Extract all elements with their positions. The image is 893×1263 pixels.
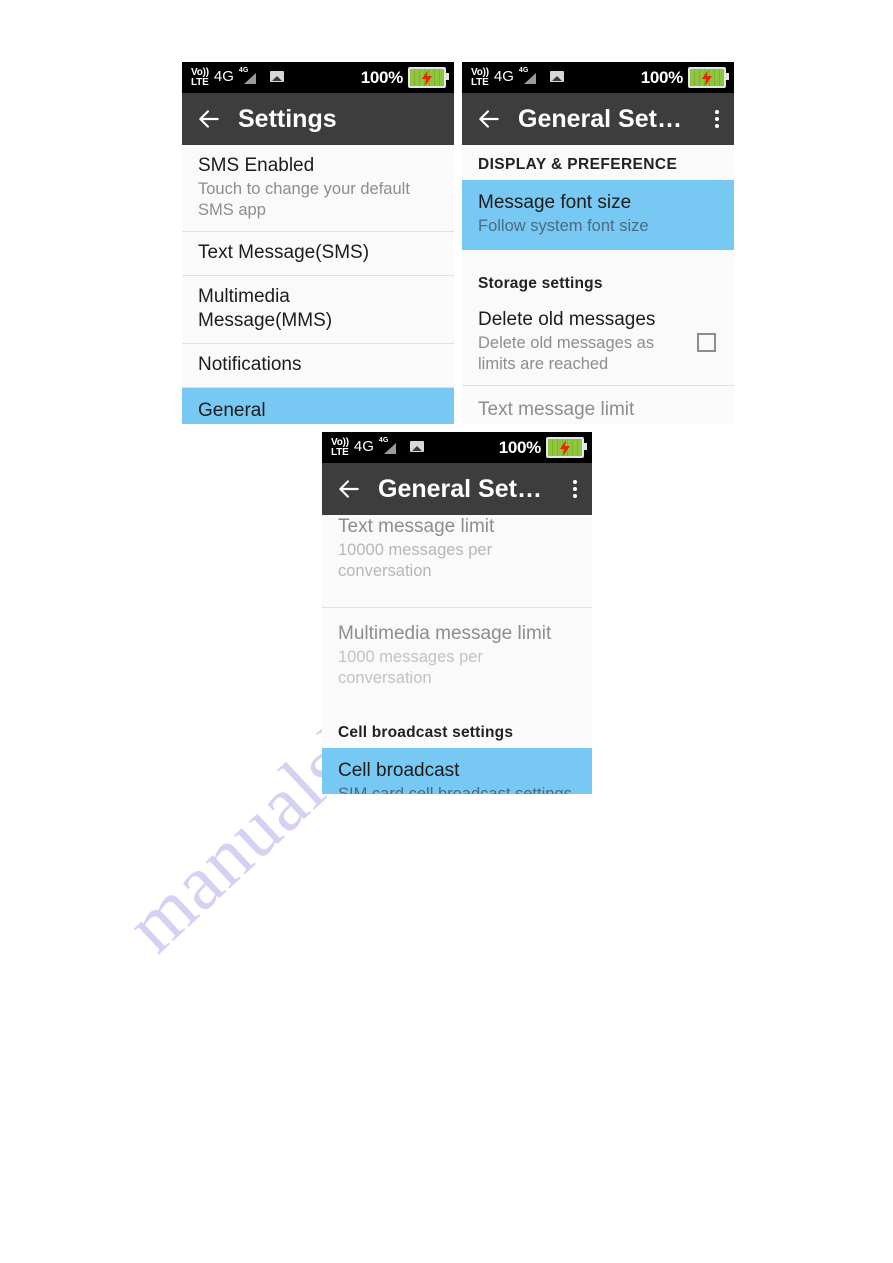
list-item-general[interactable]: General	[182, 387, 454, 424]
back-arrow-icon[interactable]	[336, 476, 362, 502]
network-type-label: 4G	[213, 67, 234, 85]
battery-charging-icon	[408, 67, 449, 88]
battery-percent-label: 100%	[640, 67, 684, 87]
signal-bars	[383, 442, 396, 454]
signal-strength-icon: 4G	[239, 67, 256, 86]
phone-screen-general-settings-top: Vo)) LTE 4G 4G 100% General Set… DISPLAY…	[462, 62, 734, 424]
signal-strength-icon: 4G	[379, 437, 396, 456]
status-bar-left: Vo)) LTE 4G 4G	[471, 66, 564, 88]
list-item-title: Text message limit	[478, 399, 635, 420]
list-item-text-message-limit[interactable]: Text message limit	[462, 385, 734, 424]
signal-bars	[243, 72, 256, 84]
status-bar: Vo)) LTE 4G 4G 100%	[462, 62, 734, 93]
volte-line1: Vo))	[471, 66, 489, 78]
list-item-delete-old-messages[interactable]: Delete old messages Delete old messages …	[462, 299, 734, 385]
back-arrow-icon[interactable]	[476, 106, 502, 132]
status-bar-left: Vo)) LTE 4G 4G	[331, 436, 424, 458]
list-item-multimedia-message[interactable]: Multimedia Message(MMS)	[182, 275, 454, 343]
list-item-title: Text Message(SMS)	[198, 242, 370, 263]
list-item-title: General	[198, 400, 266, 421]
list-item-message-font-size[interactable]: Message font size Follow system font siz…	[462, 180, 734, 250]
volte-indicator: Vo)) LTE	[191, 66, 209, 88]
status-bar-right: 100%	[640, 67, 729, 88]
network-type-label: 4G	[353, 437, 374, 455]
list-item-title: Multimedia message limit	[338, 623, 552, 644]
overflow-menu-icon[interactable]	[712, 106, 722, 132]
list-item-title: Cell broadcast	[338, 760, 460, 781]
app-bar: General Set…	[322, 463, 592, 515]
battery-percent-label: 100%	[360, 67, 404, 87]
battery-charging-icon	[546, 437, 587, 458]
status-bar-right: 100%	[360, 67, 449, 88]
volte-line2: LTE	[331, 446, 349, 458]
list-item-subtitle: Follow system font size	[478, 217, 649, 235]
page-title: Settings	[238, 104, 337, 133]
delete-old-messages-checkbox[interactable]	[697, 333, 716, 352]
picture-icon	[269, 71, 284, 82]
list-item-subtitle: SIM card cell broadcast settings	[338, 785, 572, 794]
general-settings-list: DISPLAY & PREFERENCE Message font size F…	[462, 145, 734, 424]
list-item-title: Text message limit	[338, 516, 495, 537]
settings-list: SMS Enabled Touch to change your default…	[182, 145, 454, 424]
list-item-title: Notifications	[198, 354, 302, 375]
list-item-title: Delete old messages	[478, 309, 656, 330]
list-item-notifications[interactable]: Notifications	[182, 343, 454, 387]
list-item-text-message-limit[interactable]: Text message limit 10000 messages per co…	[322, 515, 592, 592]
app-bar: Settings	[182, 93, 454, 145]
list-item-sms-enabled[interactable]: SMS Enabled Touch to change your default…	[182, 145, 454, 231]
list-item-multimedia-message-limit[interactable]: Multimedia message limit 1000 messages p…	[322, 607, 592, 699]
phone-screen-general-settings-bottom: Vo)) LTE 4G 4G 100% General Set… Text me…	[322, 432, 592, 794]
list-item-subtitle: 1000 messages per conversation	[338, 648, 483, 687]
battery-percent-label: 100%	[498, 437, 542, 457]
list-item-subtitle: 10000 messages per conversation	[338, 541, 493, 580]
list-item-title: Message font size	[478, 192, 632, 213]
list-item-text-message[interactable]: Text Message(SMS)	[182, 231, 454, 275]
general-settings-list: Text message limit 10000 messages per co…	[322, 515, 592, 794]
status-bar: Vo)) LTE 4G 4G 100%	[182, 62, 454, 93]
section-header-storage-settings: Storage settings	[478, 275, 603, 292]
network-type-label: 4G	[493, 67, 514, 85]
page-title: General Set…	[518, 104, 682, 133]
list-item-title: SMS Enabled	[198, 155, 315, 176]
phone-screen-settings: Vo)) LTE 4G 4G 100% Settings SMS Enabled	[182, 62, 454, 424]
list-item-cell-broadcast[interactable]: Cell broadcast SIM card cell broadcast s…	[322, 748, 592, 794]
status-bar: Vo)) LTE 4G 4G 100%	[322, 432, 592, 463]
list-item-subtitle: Delete old messages as limits are reache…	[478, 334, 655, 373]
volte-indicator: Vo)) LTE	[331, 436, 349, 458]
volte-line2: LTE	[191, 76, 209, 88]
overflow-menu-icon[interactable]	[570, 476, 580, 502]
section-header-cell-broadcast-settings: Cell broadcast settings	[338, 724, 514, 741]
signal-bars	[523, 72, 536, 84]
picture-icon	[409, 441, 424, 452]
section-header-display-preference: DISPLAY & PREFERENCE	[478, 156, 678, 173]
app-bar: General Set…	[462, 93, 734, 145]
page-title: General Set…	[378, 474, 542, 503]
volte-line2: LTE	[471, 76, 489, 88]
list-item-subtitle: Touch to change your default SMS app	[198, 180, 410, 219]
volte-line1: Vo))	[331, 436, 349, 448]
list-item-title: Multimedia Message(MMS)	[198, 286, 333, 331]
volte-line1: Vo))	[191, 66, 209, 78]
status-bar-left: Vo)) LTE 4G 4G	[191, 66, 284, 88]
volte-indicator: Vo)) LTE	[471, 66, 489, 88]
signal-strength-icon: 4G	[519, 67, 536, 86]
battery-charging-icon	[688, 67, 729, 88]
status-bar-right: 100%	[498, 437, 587, 458]
back-arrow-icon[interactable]	[196, 106, 222, 132]
picture-icon	[549, 71, 564, 82]
